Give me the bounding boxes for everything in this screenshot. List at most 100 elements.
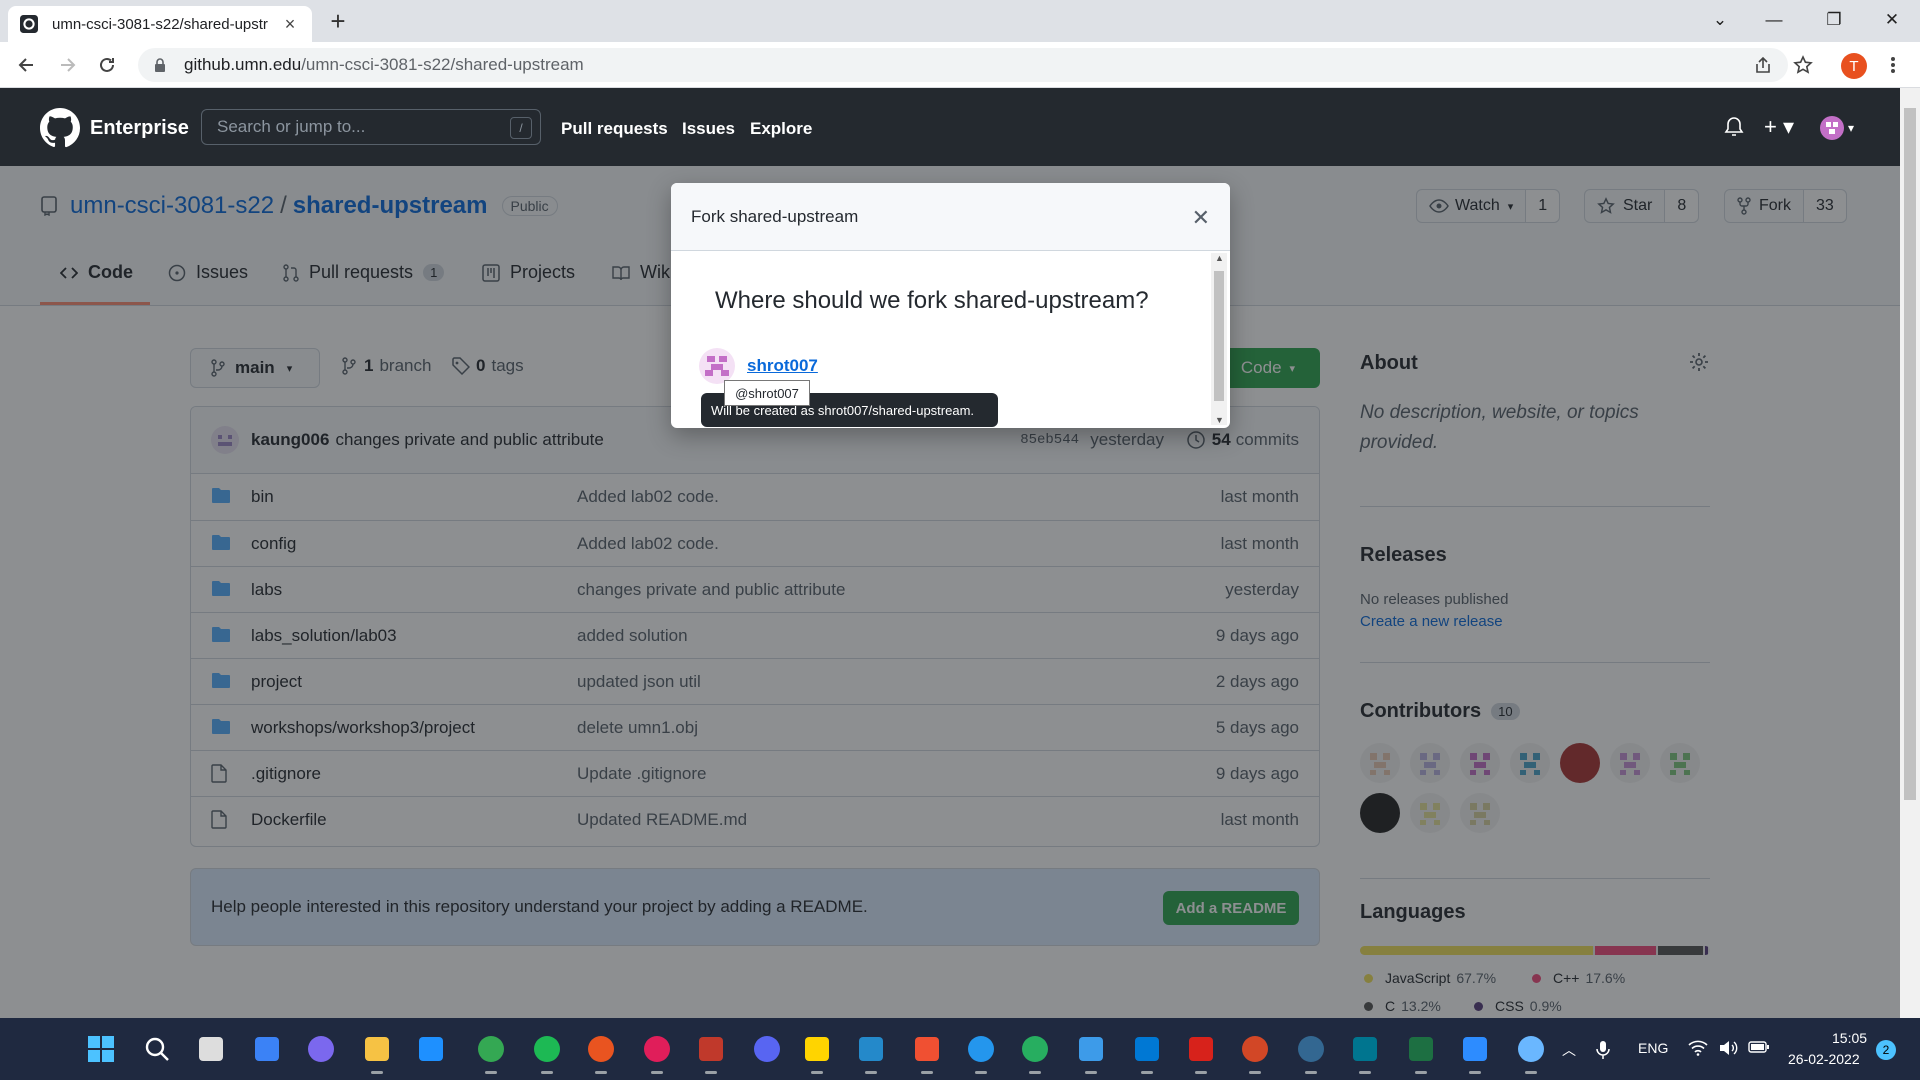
zoom-icon[interactable] [1456, 1030, 1494, 1074]
minimize-icon[interactable]: — [1746, 0, 1802, 40]
file-explorer-icon[interactable] [358, 1030, 396, 1074]
notifications-bell-icon[interactable] [1724, 116, 1744, 138]
enterprise-label: Enterprise [90, 116, 189, 139]
running-indicator [595, 1071, 607, 1074]
lock-icon [155, 58, 165, 72]
running-indicator [921, 1071, 933, 1074]
discord-icon[interactable] [748, 1030, 786, 1068]
clock-date[interactable]: 26-02-2022 [1788, 1051, 1860, 1067]
nav-explore[interactable]: Explore [750, 119, 812, 139]
docker-icon[interactable] [962, 1030, 1000, 1074]
mysql-workbench-icon[interactable] [1346, 1030, 1384, 1074]
excel-icon[interactable] [1402, 1030, 1440, 1074]
running-indicator [1359, 1071, 1371, 1074]
running-indicator [1525, 1071, 1537, 1074]
postgres-icon[interactable] [1292, 1030, 1330, 1074]
browser-tab-strip: umn-csci-3081-s22/shared-upstr × + ⌄ — ❐… [0, 0, 1920, 42]
new-tab-icon[interactable]: + [324, 6, 352, 36]
running-indicator [371, 1071, 383, 1074]
github-header: Enterprise Search or jump to... / Pull r… [0, 88, 1900, 166]
address-bar-row: github.umn.edu/umn-csci-3081-s22/shared-… [0, 42, 1920, 88]
powerpoint-icon[interactable] [1236, 1030, 1274, 1074]
running-indicator [1415, 1071, 1427, 1074]
chat-icon[interactable] [302, 1030, 340, 1068]
start-icon[interactable] [82, 1030, 120, 1068]
enterprise-logo[interactable]: Enterprise [40, 108, 189, 148]
url-path: /umn-csci-3081-s22/shared-upstream [301, 55, 584, 74]
create-new-plus-icon[interactable]: + ▾ [1764, 114, 1794, 140]
url-field[interactable]: github.umn.edu/umn-csci-3081-s22/shared-… [138, 48, 1788, 82]
scroll-up-arrow-icon[interactable]: ▲ [1215, 253, 1224, 263]
volume-icon[interactable] [1718, 1040, 1738, 1056]
remote-desktop-icon[interactable] [1072, 1030, 1110, 1074]
running-indicator [865, 1071, 877, 1074]
dialog-scrollbar-thumb[interactable] [1214, 271, 1224, 401]
app-terminal-icon[interactable] [692, 1030, 730, 1074]
running-indicator [1029, 1071, 1041, 1074]
slack-icon[interactable] [638, 1030, 676, 1074]
browser-tab[interactable]: umn-csci-3081-s22/shared-upstr × [8, 6, 312, 42]
github-favicon-icon [20, 15, 38, 33]
menu-kebab-icon[interactable] [1878, 50, 1908, 80]
close-dialog-icon[interactable]: ✕ [1192, 205, 1210, 231]
search-icon[interactable] [138, 1030, 176, 1068]
close-tab-icon[interactable]: × [280, 14, 300, 35]
fork-dialog-title: Fork shared-upstream [691, 206, 859, 226]
scroll-down-arrow-icon[interactable]: ▼ [1215, 415, 1224, 425]
fork-target-user[interactable]: shrot007 [747, 356, 818, 376]
user-avatar [699, 348, 735, 384]
running-indicator [705, 1071, 717, 1074]
github-logo-icon [40, 108, 80, 148]
forward-icon[interactable] [52, 50, 82, 80]
chrome-icon[interactable] [472, 1030, 510, 1074]
git-icon[interactable] [908, 1030, 946, 1074]
reload-icon[interactable] [92, 50, 122, 80]
page-scrollbar-thumb[interactable] [1904, 108, 1916, 800]
app-l-icon[interactable] [412, 1030, 450, 1068]
task-view-icon[interactable] [192, 1030, 230, 1068]
spotify-icon[interactable] [528, 1030, 566, 1074]
user-hover-tooltip: @shrot007 [724, 380, 810, 406]
clock-time[interactable]: 15:05 [1832, 1030, 1867, 1046]
share-icon[interactable] [1748, 50, 1778, 80]
running-indicator [1085, 1071, 1097, 1074]
page-scrollbar[interactable] [1900, 88, 1920, 1018]
tab-search-icon[interactable]: ⌄ [1692, 0, 1748, 40]
search-placeholder: Search or jump to... [217, 117, 366, 136]
fork-target-option[interactable]: shrot007 [699, 348, 818, 384]
battery-icon[interactable] [1748, 1040, 1770, 1054]
show-hidden-icons-chevron-icon[interactable]: ︿ [1562, 1040, 1576, 1060]
close-window-icon[interactable]: ✕ [1864, 0, 1920, 40]
slash-shortcut-key: / [510, 117, 532, 139]
nav-pull-requests[interactable]: Pull requests [561, 119, 668, 139]
running-indicator [1141, 1071, 1153, 1074]
dialog-scrollbar[interactable]: ▲ ▼ [1211, 253, 1227, 425]
running-indicator [1195, 1071, 1207, 1074]
wifi-icon[interactable] [1688, 1040, 1708, 1056]
microphone-icon[interactable] [1596, 1040, 1610, 1060]
widgets-icon[interactable] [248, 1030, 286, 1068]
app-ring-icon[interactable] [1016, 1030, 1054, 1074]
nav-issues[interactable]: Issues [682, 119, 735, 139]
back-icon[interactable] [12, 50, 42, 80]
weather-icon[interactable] [1512, 1030, 1550, 1074]
user-menu-avatar[interactable]: ▾ [1820, 116, 1854, 140]
url-domain: github.umn.edu [184, 55, 302, 74]
profile-avatar[interactable]: T [1841, 53, 1867, 79]
windows-taskbar: ︿ ENG 15:05 26-02-2022 2 [0, 1018, 1920, 1080]
sticky-notes-icon[interactable] [798, 1030, 836, 1074]
ubuntu-icon[interactable] [582, 1030, 620, 1074]
input-language[interactable]: ENG [1638, 1040, 1668, 1056]
acrobat-icon[interactable] [1182, 1030, 1220, 1074]
notification-count-badge[interactable]: 2 [1876, 1040, 1896, 1060]
fork-dialog-header: Fork shared-upstream ✕ [671, 183, 1230, 251]
bookmark-star-icon[interactable] [1788, 50, 1818, 80]
running-indicator [1469, 1071, 1481, 1074]
defender-icon[interactable] [1128, 1030, 1166, 1074]
running-indicator [541, 1071, 553, 1074]
running-indicator [651, 1071, 663, 1074]
browser-tab-title: umn-csci-3081-s22/shared-upstr [52, 15, 268, 33]
vscode-icon[interactable] [852, 1030, 890, 1074]
restore-icon[interactable]: ❐ [1806, 0, 1862, 40]
search-input[interactable]: Search or jump to... / [201, 109, 541, 145]
